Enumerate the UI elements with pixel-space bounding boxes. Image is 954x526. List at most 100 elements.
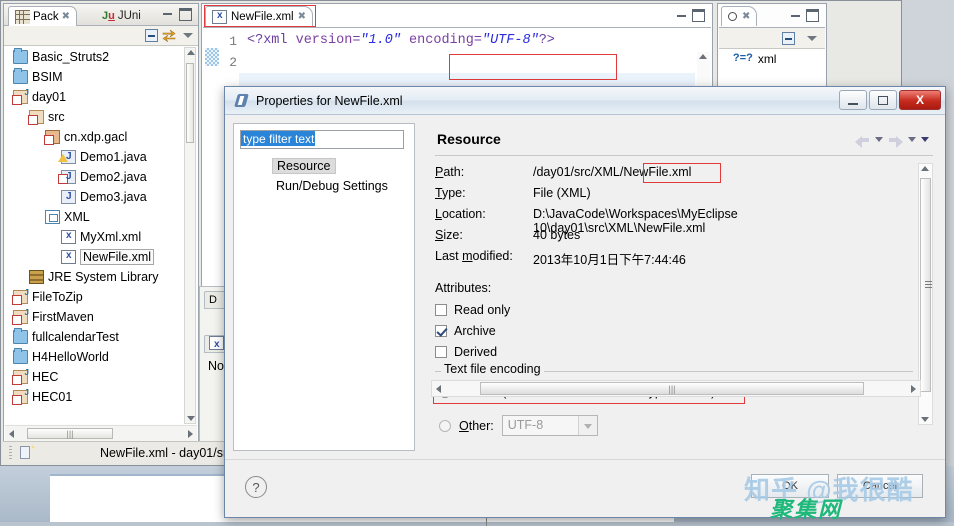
collapse-all-icon[interactable] — [782, 32, 795, 45]
scroll-thumb[interactable] — [186, 63, 194, 143]
xml-folder-icon — [45, 210, 60, 224]
checkbox-icon[interactable] — [435, 346, 447, 358]
page-title: Resource — [437, 131, 501, 147]
tree-item-h4helloworld[interactable]: H4HelloWorld — [5, 347, 184, 367]
dialog-nav-pane: type filter text Resource Run/Debug Sett… — [233, 123, 415, 451]
tree-item-firstmaven[interactable]: FirstMaven — [5, 307, 184, 327]
tree-item-myxml-xml[interactable]: MyXml.xml — [5, 227, 184, 247]
tree-vertical-scrollbar[interactable] — [184, 47, 196, 424]
checkbox-checked-icon[interactable] — [435, 325, 447, 337]
checkbox-read-only[interactable]: Read only — [435, 299, 913, 320]
scroll-down-icon[interactable] — [921, 417, 929, 422]
tree-item-xml[interactable]: XML — [5, 207, 184, 227]
chevron-down-dark-icon[interactable] — [921, 137, 929, 142]
tab-outline[interactable]: ✖ — [721, 6, 757, 26]
scroll-right-icon[interactable] — [188, 430, 193, 438]
outline-item-label: xml — [758, 52, 777, 66]
tab-package-explorer[interactable]: Pack ✖ — [8, 6, 77, 26]
tree-item-demo2-java[interactable]: Demo2.java — [5, 167, 184, 187]
editor-vertical-scrollbar[interactable] — [697, 52, 710, 88]
scroll-thumb[interactable] — [920, 178, 931, 392]
view-minimize-icon[interactable] — [163, 8, 172, 15]
scroll-up-icon[interactable] — [921, 166, 929, 171]
tree-item-src[interactable]: src — [5, 107, 184, 127]
filter-input-value: type filter text — [241, 131, 315, 146]
code-area[interactable]: 1 2 <?xml version="1.0" encoding="UTF-8"… — [203, 27, 711, 89]
maximize-button[interactable] — [869, 90, 897, 110]
project-tree[interactable]: Basic_Struts2BSIMday01srccn.xdp.gaclDemo… — [5, 47, 184, 424]
tree-horizontal-scrollbar[interactable]: ||| — [5, 425, 197, 441]
tree-item-basic-struts2[interactable]: Basic_Struts2 — [5, 47, 184, 67]
code-token: ?> — [539, 33, 555, 48]
outline-item-xml[interactable]: ?=? xml — [719, 49, 825, 66]
chevron-down-icon[interactable] — [875, 137, 883, 142]
close-icon[interactable]: ✖ — [298, 11, 306, 22]
maven-project-icon — [13, 310, 28, 324]
view-maximize-icon[interactable] — [179, 8, 192, 21]
tab-newfile-xml[interactable]: NewFile.xml ✖ — [205, 6, 313, 26]
help-button[interactable]: ? — [245, 476, 267, 498]
nav-item-run-debug-settings[interactable]: Run/Debug Settings — [276, 179, 388, 193]
scroll-thumb[interactable]: ||| — [27, 428, 113, 439]
chevron-down-icon[interactable] — [908, 137, 916, 142]
tab-junit[interactable]: Ju JUni — [96, 6, 147, 26]
link-with-editor-icon[interactable] — [162, 29, 176, 42]
encoding-combo[interactable]: UTF-8 — [502, 415, 598, 436]
outline-minimize-icon[interactable] — [791, 10, 800, 17]
tree-item-demo3-java[interactable]: Demo3.java — [5, 187, 184, 207]
checkbox-derived[interactable]: Derived — [435, 341, 913, 362]
text-file-encoding-group: Text file encoding Default (determined f… — [435, 363, 913, 439]
tree-item-fullcalendartest[interactable]: fullcalendarTest — [5, 327, 184, 347]
view-menu-icon[interactable] — [807, 36, 817, 41]
editor-doc-icon — [20, 446, 30, 459]
code-line[interactable]: <?xml version="1.0" encoding="UTF-8"?> — [247, 33, 555, 48]
outline-maximize-icon[interactable] — [806, 9, 819, 22]
scroll-thumb[interactable]: ||| — [480, 382, 864, 395]
tree-item-hec01[interactable]: HEC01 — [5, 387, 184, 407]
window-controls: X — [839, 90, 941, 110]
tree-item-newfile-xml[interactable]: NewFile.xml — [5, 247, 184, 267]
radio-icon[interactable] — [439, 420, 451, 432]
ok-button[interactable]: OK — [751, 474, 829, 498]
back-arrow-icon[interactable] — [855, 133, 870, 146]
dialog-title-bar[interactable]: Properties for NewFile.xml X — [225, 87, 945, 115]
tree-item-cn-xdp-gacl[interactable]: cn.xdp.gacl — [5, 127, 184, 147]
tree-item-day01[interactable]: day01 — [5, 87, 184, 107]
scroll-left-icon[interactable] — [9, 430, 14, 438]
scroll-down-icon[interactable] — [187, 416, 195, 421]
tree-item-filetozip[interactable]: FileToZip — [5, 287, 184, 307]
view-menu-icon[interactable] — [183, 33, 193, 38]
radio-label: Other: — [459, 419, 494, 433]
minimize-button[interactable] — [839, 90, 867, 110]
package-explorer-view: Pack ✖ Ju JUni — [3, 3, 199, 443]
checkbox-icon[interactable] — [435, 304, 447, 316]
scroll-left-icon[interactable] — [436, 385, 441, 393]
cancel-button[interactable]: Cancel — [837, 474, 923, 498]
checkbox-archive[interactable]: Archive — [435, 320, 913, 341]
tree-item-hec[interactable]: HEC — [5, 367, 184, 387]
radio-other-encoding[interactable]: Other: UTF-8 — [439, 415, 598, 436]
field-label: Location: — [435, 207, 486, 221]
folder-icon — [13, 330, 28, 344]
close-button[interactable]: X — [899, 90, 941, 110]
scroll-right-icon[interactable] — [911, 385, 916, 393]
tree-item-bsim[interactable]: BSIM — [5, 67, 184, 87]
scroll-up-icon[interactable] — [699, 54, 707, 59]
xml-file-icon — [212, 10, 227, 24]
scroll-up-icon[interactable] — [187, 50, 195, 55]
editor-maximize-icon[interactable] — [692, 9, 705, 22]
field-value: 40 bytes — [533, 228, 580, 242]
nav-item-resource[interactable]: Resource — [272, 158, 336, 174]
content-horizontal-scrollbar[interactable]: ||| — [431, 380, 921, 397]
package-explorer-icon — [15, 10, 30, 24]
chevron-down-icon[interactable] — [578, 416, 597, 435]
close-icon[interactable]: ✖ — [62, 11, 70, 22]
tree-item-demo1-java[interactable]: Demo1.java — [5, 147, 184, 167]
editor-minimize-icon[interactable] — [677, 10, 686, 17]
filter-input[interactable]: type filter text — [240, 130, 404, 149]
forward-arrow-icon[interactable] — [888, 133, 903, 146]
tree-item-jre-system-library[interactable]: JRE System Library — [5, 267, 184, 287]
collapse-all-icon[interactable] — [145, 29, 158, 42]
close-icon[interactable]: ✖ — [742, 11, 750, 22]
desktop-background: ❯ Pack ✖ Ju JUni — [0, 0, 954, 522]
